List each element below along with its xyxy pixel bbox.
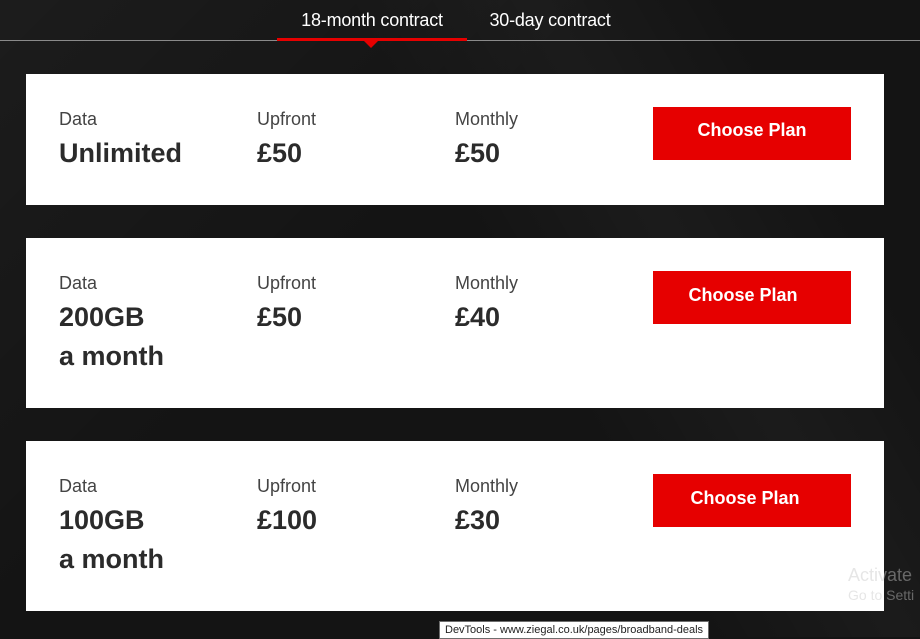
choose-plan-button[interactable]: Choose Plan: [653, 474, 851, 527]
plan-card-unlimited: Data Unlimited Upfront £50 Monthly £50 C…: [26, 74, 884, 205]
contract-tabs: 18-month contract 30-day contract: [0, 0, 920, 40]
data-label: Data: [59, 109, 98, 129]
monthly-value: £50: [455, 138, 501, 168]
choose-plan-label: Choose Plan: [697, 120, 807, 140]
choose-plan-button[interactable]: Choose Plan: [653, 271, 851, 324]
watermark-subtitle: Go to Setti: [848, 587, 915, 603]
data-value-period: a month: [59, 544, 164, 574]
choose-plan-label: Choose Plan: [690, 488, 800, 508]
monthly-value: £30: [455, 505, 501, 535]
data-label: Data: [59, 476, 98, 496]
activate-windows-watermark: Activate Go to Setti: [848, 565, 920, 605]
monthly-column: Monthly £50: [455, 108, 635, 173]
tab-30-day-contract[interactable]: 30-day contract: [470, 0, 630, 40]
tab-18-month-contract[interactable]: 18-month contract: [277, 0, 467, 40]
status-tooltip: DevTools - www.ziegal.co.uk/pages/broadb…: [439, 621, 710, 639]
data-value: 100GB: [59, 505, 145, 535]
data-label: Data: [59, 273, 98, 293]
monthly-label: Monthly: [455, 109, 519, 129]
data-column: Data Unlimited: [59, 108, 239, 173]
data-value-period: a month: [59, 341, 164, 371]
monthly-label: Monthly: [455, 273, 519, 293]
monthly-value: £40: [455, 302, 501, 332]
upfront-label: Upfront: [257, 273, 317, 293]
upfront-value: £100: [257, 505, 318, 535]
upfront-column: Upfront £50: [257, 272, 437, 337]
upfront-column: Upfront £50: [257, 108, 437, 173]
upfront-value: £50: [257, 138, 303, 168]
upfront-label: Upfront: [257, 476, 317, 496]
active-tab-pointer-icon: [364, 41, 378, 48]
plan-card-100gb: Data 100GB a month Upfront £100 Monthly …: [26, 441, 884, 611]
upfront-value: £50: [257, 302, 303, 332]
data-value: 200GB: [59, 302, 145, 332]
monthly-column: Monthly £30: [455, 475, 635, 540]
monthly-column: Monthly £40: [455, 272, 635, 337]
data-value: Unlimited: [59, 138, 183, 168]
choose-plan-button[interactable]: Choose Plan: [653, 107, 851, 160]
plan-card-200gb: Data 200GB a month Upfront £50 Monthly £…: [26, 238, 884, 408]
monthly-label: Monthly: [455, 476, 519, 496]
upfront-column: Upfront £100: [257, 475, 437, 540]
data-column: Data 100GB a month: [59, 475, 239, 579]
data-column: Data 200GB a month: [59, 272, 239, 376]
choose-plan-label: Choose Plan: [688, 285, 798, 305]
watermark-title: Activate: [848, 565, 913, 585]
upfront-label: Upfront: [257, 109, 317, 129]
